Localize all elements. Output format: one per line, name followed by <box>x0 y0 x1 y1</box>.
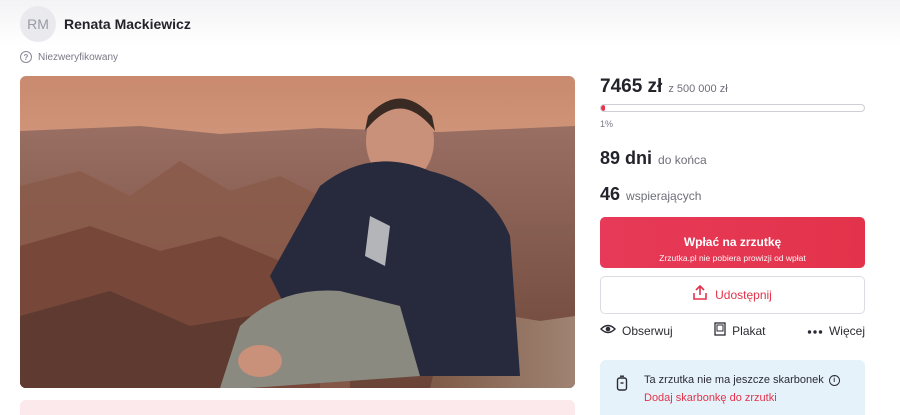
progress-fill <box>601 105 605 111</box>
progress-percent: 1% <box>600 119 614 129</box>
supporters-count: 46 <box>600 184 621 204</box>
question-circle-icon: ? <box>20 51 32 63</box>
eye-icon <box>600 322 616 340</box>
secondary-actions: Obserwuj Plakat Więcej <box>600 321 865 341</box>
days-count: 89 dni <box>600 148 653 168</box>
supporters-suffix: wspierających <box>626 189 702 203</box>
more-button[interactable]: Więcej <box>807 322 865 340</box>
piggy-bank-icon <box>616 375 628 396</box>
poster-label: Plakat <box>732 324 766 338</box>
poster-button[interactable]: Plakat <box>714 321 766 341</box>
campaign-photo[interactable] <box>20 76 575 388</box>
piggybank-text: Ta zrzutka nie ma jeszcze skarbonek <box>644 374 824 386</box>
share-label: Udostępnij <box>715 288 772 302</box>
content-strip <box>20 400 575 415</box>
raised-amount: 7465 zł <box>600 76 663 97</box>
donate-sublabel: Zrzutka.pl nie pobiera prowizji od wpłat <box>659 252 806 263</box>
organizer-header: RM Renata Mackiewicz <box>0 0 900 46</box>
dots-icon <box>807 322 823 340</box>
piggybank-panel: Ta zrzutka nie ma jeszcze skarbonek i Do… <box>600 360 865 415</box>
target-amount: z 500 000 zł <box>668 83 728 95</box>
organizer-name[interactable]: Renata Mackiewicz <box>64 16 191 32</box>
supporters: 46 wspierających <box>600 184 701 205</box>
more-label: Więcej <box>828 324 865 338</box>
poster-icon <box>714 321 726 341</box>
share-button[interactable]: Udostępnij <box>600 276 865 314</box>
amount-raised: 7465 zł z 500 000 zł <box>600 76 728 98</box>
verification-status: ? Niezweryfikowany <box>20 51 118 63</box>
donate-label: Wpłać na zrzutkę <box>683 234 782 249</box>
piggybank-message: Ta zrzutka nie ma jeszcze skarbonek i <box>644 374 840 386</box>
follow-button[interactable]: Obserwuj <box>600 322 673 340</box>
avatar[interactable]: RM <box>20 6 56 42</box>
add-piggybank-link[interactable]: Dodaj skarbonkę do zrzutki <box>644 392 777 404</box>
progress-bar <box>600 104 865 112</box>
donate-button[interactable]: Wpłać na zrzutkę Zrzutka.pl nie pobiera … <box>600 217 865 268</box>
days-suffix: do końca <box>658 153 707 167</box>
verification-label: Niezweryfikowany <box>38 51 119 63</box>
days-left: 89 dni do końca <box>600 148 707 169</box>
info-icon[interactable]: i <box>828 374 840 386</box>
follow-label: Obserwuj <box>622 324 673 338</box>
avatar-initials: RM <box>27 16 49 32</box>
share-upload-icon <box>693 284 707 305</box>
